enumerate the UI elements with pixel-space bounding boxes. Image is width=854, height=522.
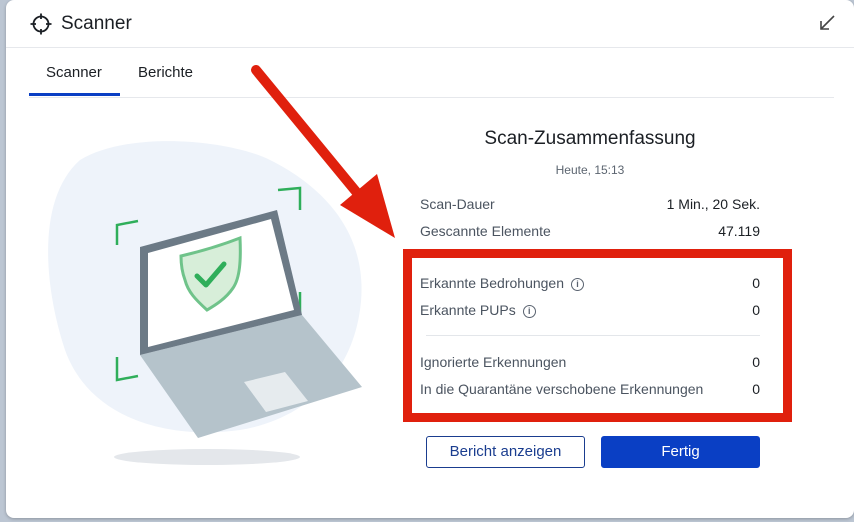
tab-scanner[interactable]: Scanner (29, 64, 120, 96)
summary-date: Heute, 15:13 (555, 163, 625, 177)
scan-duration-value: 1 Min., 20 Sek. (666, 196, 760, 212)
view-report-button[interactable]: Bericht anzeigen (426, 436, 585, 468)
scanned-items-label: Gescannte Elemente (420, 223, 551, 239)
summary-title: Scan-Zusammenfassung (484, 128, 696, 149)
tab-berichte[interactable]: Berichte (138, 64, 193, 81)
scan-duration-label: Scan-Dauer (420, 196, 495, 212)
crosshair-icon (30, 13, 52, 35)
window-title: Scanner (61, 13, 132, 34)
scanned-items-value: 47.119 (718, 223, 760, 239)
scanned-items-row: Gescannte Elemente 47.119 (420, 223, 760, 243)
red-highlight-box (403, 249, 792, 422)
red-arrow-annotation (251, 65, 395, 238)
scan-duration-row: Scan-Dauer 1 Min., 20 Sek. (420, 196, 760, 216)
tab-bar: Scanner Berichte (29, 48, 834, 98)
done-button[interactable]: Fertig (601, 436, 760, 468)
minimize-arrow-icon[interactable] (818, 14, 836, 32)
title-bar: Scanner (6, 0, 854, 48)
laptop-shadow (114, 449, 300, 465)
